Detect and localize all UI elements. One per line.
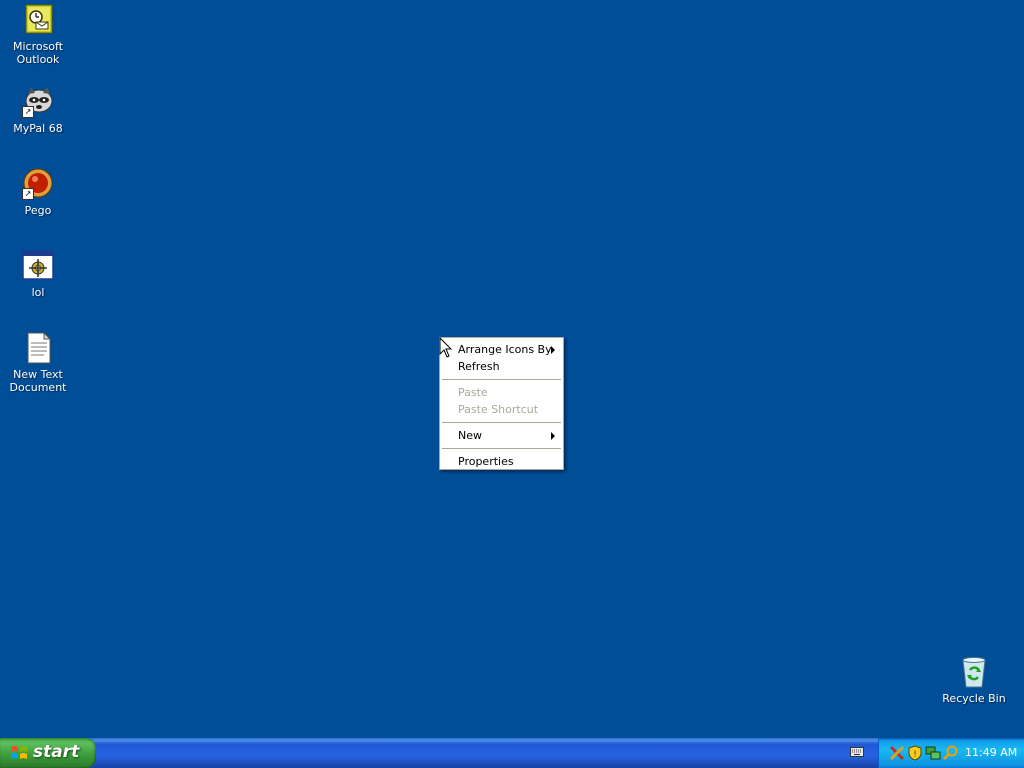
icon-label: Recycle Bin <box>942 692 1006 705</box>
recycle-bin-icon <box>958 656 990 688</box>
menu-separator <box>442 448 561 449</box>
mouse-pointer-icon <box>439 336 453 362</box>
svg-text:!: ! <box>913 750 917 760</box>
text-document-icon <box>22 331 54 364</box>
icon-label: MyPal 68 <box>13 122 63 135</box>
menu-item-properties[interactable]: Properties <box>440 453 563 470</box>
desktop-icon-recycle-bin[interactable]: Recycle Bin <box>936 656 1012 705</box>
shield-icon[interactable]: ! <box>907 745 923 761</box>
desktop-icon-mypal-68[interactable]: ↗ MyPal 68 <box>0 86 76 135</box>
menu-item-arrange-icons-by[interactable]: Arrange Icons By <box>440 341 563 358</box>
icon-label: New Text <box>13 368 63 381</box>
menu-item-label: Paste <box>458 386 488 399</box>
menu-item-new[interactable]: New <box>440 427 563 444</box>
submenu-arrow-icon <box>551 432 555 440</box>
outlook-icon <box>22 4 54 36</box>
menu-item-label: Properties <box>458 455 514 468</box>
icon-label: lol <box>31 286 45 299</box>
submenu-arrow-icon <box>551 346 555 354</box>
pego-icon: ↗ <box>22 168 54 200</box>
desktop-icon-microsoft-outlook[interactable]: Microsoft Outlook <box>0 4 76 66</box>
icon-label: Outlook <box>16 53 60 66</box>
desktop[interactable]: Microsoft Outlook ↗ MyPal 68 ↗ Pego lol … <box>0 0 1024 738</box>
desktop-context-menu: Arrange Icons By Refresh Paste Paste Sho… <box>439 337 564 470</box>
menu-item-label: New <box>458 429 482 442</box>
menu-item-paste-shortcut: Paste Shortcut <box>440 401 563 418</box>
menu-separator <box>442 379 561 380</box>
system-tray: ! 11:49 AM <box>878 738 1024 768</box>
application-icon <box>22 250 54 282</box>
desktop-icon-pego[interactable]: ↗ Pego <box>0 168 76 217</box>
menu-item-paste: Paste <box>440 384 563 401</box>
menu-item-label: Arrange Icons By <box>458 343 552 356</box>
shortcut-arrow-icon: ↗ <box>22 188 34 200</box>
tools-icon[interactable] <box>889 745 905 761</box>
menu-item-label: Paste Shortcut <box>458 403 539 416</box>
taskbar: start ! 11:49 AM <box>0 738 1024 768</box>
desktop-icon-lol[interactable]: lol <box>0 250 76 299</box>
clock[interactable]: 11:49 AM <box>965 746 1017 759</box>
start-button[interactable]: start <box>0 738 96 768</box>
menu-item-refresh[interactable]: Refresh <box>440 358 563 375</box>
icon-label: Document <box>9 381 67 394</box>
menu-separator <box>442 422 561 423</box>
start-label: start <box>33 742 80 762</box>
desktop-icon-new-text-document[interactable]: New Text Document <box>0 331 76 394</box>
search-icon[interactable] <box>943 745 959 761</box>
icon-label: Microsoft <box>12 40 64 53</box>
menu-item-label: Refresh <box>458 360 500 373</box>
keyboard-icon[interactable] <box>850 747 864 757</box>
icon-label: Pego <box>24 204 52 217</box>
windows-logo-icon <box>10 744 28 762</box>
network-icon[interactable] <box>925 745 941 761</box>
shortcut-arrow-icon: ↗ <box>22 106 34 118</box>
mypal-icon: ↗ <box>22 86 54 118</box>
